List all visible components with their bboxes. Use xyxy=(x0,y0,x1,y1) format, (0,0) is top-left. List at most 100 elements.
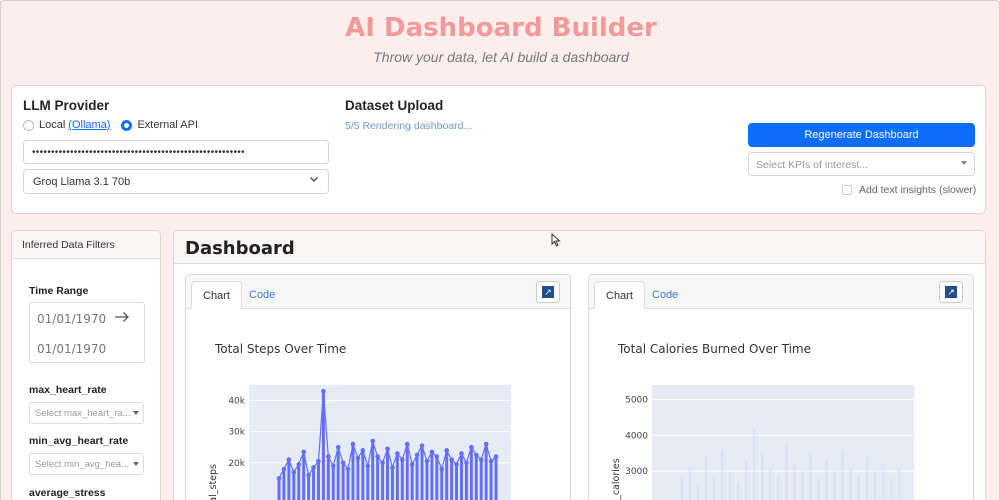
caret-down-icon xyxy=(133,462,139,466)
data-point xyxy=(459,451,464,456)
data-point xyxy=(276,476,282,481)
data-point xyxy=(424,458,430,464)
kpi-select[interactable]: Select KPIs of interest... xyxy=(748,152,975,176)
select-placeholder: Select max_heart_ra... xyxy=(35,408,131,419)
text-insights-toggle[interactable]: Add text insights (slower) xyxy=(842,184,976,196)
data-point xyxy=(355,455,361,461)
y-tick-label: 30k xyxy=(228,428,245,438)
chart-title: Total Calories Burned Over Time xyxy=(618,342,811,356)
data-point xyxy=(306,472,311,478)
y-tick-label: 20k xyxy=(228,459,245,469)
data-point xyxy=(439,466,445,472)
chart-card-steps: Chart Code ↗ Total Steps Over Time 20k 30… xyxy=(185,274,571,500)
data-point xyxy=(296,462,302,467)
llm-provider-radio-group: Local (Ollama) External API xyxy=(23,119,198,131)
max-heart-rate-select[interactable]: Select max_heart_ra... xyxy=(29,402,144,424)
data-point xyxy=(385,446,390,452)
data-point xyxy=(345,466,351,472)
data-point xyxy=(434,454,440,459)
data-point xyxy=(473,452,479,458)
model-select[interactable]: Groq Llama 3.1 70b xyxy=(23,169,329,194)
caret-down-icon xyxy=(133,411,139,415)
mouse-cursor-icon xyxy=(551,233,561,247)
local-radio[interactable] xyxy=(23,119,34,131)
filter-label: average_stress xyxy=(29,487,106,499)
filters-title: Inferred Data Filters xyxy=(12,231,160,259)
data-point xyxy=(454,462,459,467)
data-point xyxy=(291,469,297,475)
text-insights-label: Add text insights (slower) xyxy=(859,184,977,196)
expand-icon: ↗ xyxy=(542,286,554,298)
data-point xyxy=(350,441,356,447)
external-api-radio-label[interactable]: External API xyxy=(137,119,198,131)
y-tick-label: 4000 xyxy=(625,431,648,441)
arrow-right-icon xyxy=(114,310,130,326)
data-point xyxy=(340,460,346,466)
min-avg-heart-rate-select[interactable]: Select min_avg_hea... xyxy=(29,453,144,475)
data-point xyxy=(395,451,400,456)
end-date-input[interactable]: 01/01/1970 xyxy=(37,342,106,356)
text-insights-checkbox[interactable] xyxy=(842,185,852,195)
app-window: AI Dashboard Builder Throw your data, le… xyxy=(0,0,1000,500)
y-tick-label: 5000 xyxy=(625,395,648,405)
data-point xyxy=(449,457,454,462)
tab-code[interactable]: Code xyxy=(641,281,689,309)
filters-panel: Inferred Data Filters Time Range 01/01/1… xyxy=(11,230,161,500)
data-point xyxy=(316,458,321,464)
steps-chart[interactable]: 20k 30k 40k total_steps xyxy=(186,375,571,500)
dashboard-panel: Dashboard Chart Code ↗ Total Steps Over … xyxy=(173,230,986,500)
chevron-down-icon xyxy=(309,174,319,187)
api-key-input[interactable]: ••••••••••••••••••••••••••••••••••••••••… xyxy=(23,140,329,164)
tab-code[interactable]: Code xyxy=(238,281,286,309)
data-point xyxy=(444,448,449,453)
kpi-select-placeholder: Select KPIs of interest... xyxy=(756,159,869,171)
data-point xyxy=(335,444,341,450)
tab-chart[interactable]: Chart xyxy=(191,281,242,309)
expand-button[interactable]: ↗ xyxy=(939,281,963,303)
chart-title: Total Steps Over Time xyxy=(215,342,347,356)
ollama-link[interactable]: (Ollama) xyxy=(68,119,110,131)
data-point xyxy=(409,462,415,467)
data-point xyxy=(483,441,489,447)
filter-label: max_heart_rate xyxy=(29,384,107,396)
data-point xyxy=(375,454,380,459)
start-date-input[interactable]: 01/01/1970 xyxy=(37,312,106,326)
app-subtitle: Throw your data, let AI build a dashboar… xyxy=(373,49,629,65)
local-radio-label[interactable]: Local xyxy=(39,119,65,131)
calories-chart[interactable]: 2000300040005000total_calories xyxy=(589,375,974,500)
data-point xyxy=(321,388,326,394)
filter-label: min_avg_heart_rate xyxy=(29,435,129,447)
data-point xyxy=(326,454,331,459)
data-point xyxy=(464,460,469,466)
tab-chart[interactable]: Chart xyxy=(594,281,645,309)
dashboard-title: Dashboard xyxy=(185,238,295,259)
data-point xyxy=(370,438,376,444)
y-tick-label: 40k xyxy=(228,397,245,407)
data-point xyxy=(429,449,435,455)
caret-down-icon xyxy=(961,161,967,165)
app-title: AI Dashboard Builder xyxy=(345,13,657,43)
data-point xyxy=(419,443,425,448)
llm-provider-title: LLM Provider xyxy=(23,98,110,113)
time-range-label: Time Range xyxy=(29,285,89,297)
upload-status: 5/5 Rendering dashboard... xyxy=(345,120,473,132)
y-axis-label: total_calories xyxy=(611,458,622,500)
y-tick-label: 3000 xyxy=(625,467,648,477)
expand-button[interactable]: ↗ xyxy=(536,281,560,303)
regenerate-dashboard-button[interactable]: Regenerate Dashboard xyxy=(748,123,975,147)
data-point xyxy=(286,457,292,462)
external-api-radio[interactable] xyxy=(121,119,133,131)
data-point xyxy=(360,448,366,453)
data-point xyxy=(493,454,499,459)
chart-tabbar: Chart Code ↗ xyxy=(186,275,570,309)
data-point xyxy=(399,457,405,462)
data-point xyxy=(414,452,420,458)
expand-icon: ↗ xyxy=(945,286,957,298)
data-point xyxy=(469,444,474,450)
chart-tabbar: Chart Code ↗ xyxy=(589,275,973,309)
data-point xyxy=(478,457,484,462)
data-point xyxy=(390,465,395,470)
time-range-picker[interactable]: 01/01/1970 01/01/1970 xyxy=(29,302,145,363)
dataset-upload-title: Dataset Upload xyxy=(345,98,444,113)
config-panel: LLM Provider Local (Ollama) External API… xyxy=(11,85,986,214)
